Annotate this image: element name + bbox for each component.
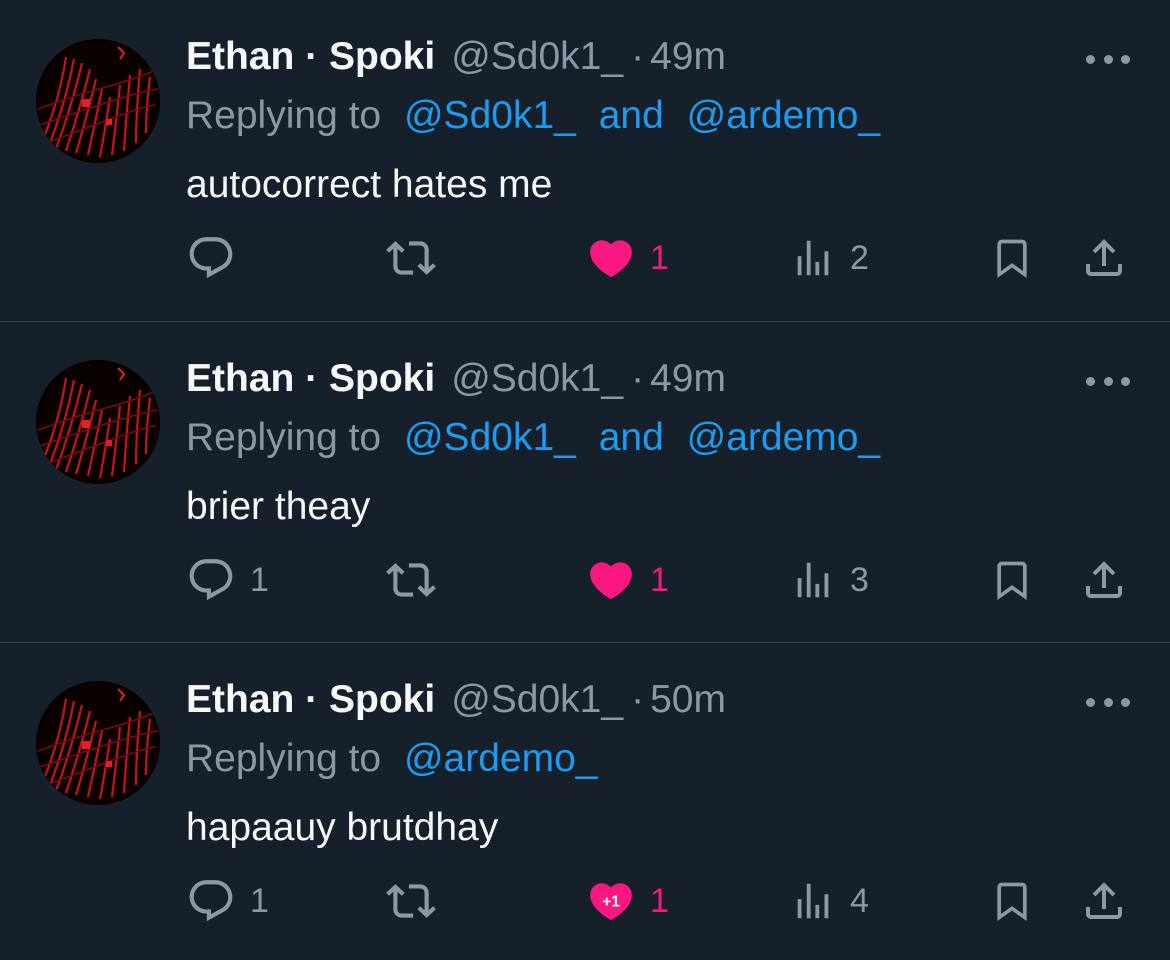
tweet-header: Ethan · Spoki @Sd0k1_ · 50m: [186, 673, 726, 727]
reply-count: 1: [250, 561, 269, 599]
replying-prefix: Replying to: [186, 737, 382, 780]
view-count: 2: [850, 239, 869, 277]
reply-icon: [189, 880, 233, 922]
display-name[interactable]: Ethan · Spoki: [186, 352, 435, 406]
replying-prefix: Replying to: [186, 416, 382, 459]
mention-joiner: and: [598, 416, 664, 459]
like-count: 1: [650, 882, 669, 920]
views-icon: [797, 562, 829, 598]
separator-dot: ·: [631, 357, 645, 400]
mention-joiner: and: [598, 94, 664, 137]
tweet[interactable]: Ethan · Spoki @Sd0k1_ · 49m Replying to …: [0, 321, 1170, 642]
avatar[interactable]: [36, 39, 160, 163]
like-count: 1: [650, 239, 669, 277]
action-bar: 1 +1 1 4: [0, 871, 1170, 931]
timestamp[interactable]: 49m: [650, 30, 726, 84]
views-button[interactable]: 4: [790, 871, 869, 931]
reply-button[interactable]: 1: [186, 550, 269, 610]
mention-link[interactable]: @ardemo_: [687, 416, 881, 459]
bookmark-icon: [997, 882, 1027, 922]
heart-icon: [590, 240, 632, 278]
bookmark-icon: [997, 561, 1027, 601]
replying-to: Replying to @Sd0k1_ and @ardemo_: [186, 412, 880, 464]
user-handle[interactable]: @Sd0k1_: [451, 352, 623, 406]
bookmark-icon: [997, 239, 1027, 279]
more-icon[interactable]: [1086, 374, 1130, 388]
like-count: 1: [650, 561, 669, 599]
reply-icon: [189, 237, 233, 279]
share-icon: [1086, 882, 1122, 919]
display-name[interactable]: Ethan · Spoki: [186, 673, 435, 727]
reply-button[interactable]: [186, 228, 250, 288]
tweet-text: hapaauy brutdhay: [186, 806, 499, 849]
reply-count: 1: [250, 882, 269, 920]
user-handle[interactable]: @Sd0k1_: [451, 30, 623, 84]
more-icon[interactable]: [1086, 52, 1130, 66]
like-button[interactable]: +1 1: [586, 871, 669, 931]
like-badge: +1: [602, 893, 620, 910]
share-icon: [1086, 561, 1122, 598]
display-name[interactable]: Ethan · Spoki: [186, 30, 435, 84]
views-button[interactable]: 2: [790, 228, 869, 288]
replying-prefix: Replying to: [186, 94, 382, 137]
like-button[interactable]: 1: [586, 550, 669, 610]
share-button[interactable]: [1080, 228, 1128, 288]
share-button[interactable]: [1080, 550, 1128, 610]
mention-link[interactable]: @Sd0k1_: [404, 416, 576, 459]
tweet-header: Ethan · Spoki @Sd0k1_ · 49m: [186, 30, 726, 84]
reply-icon: [189, 559, 233, 601]
mention-link[interactable]: @Sd0k1_: [404, 94, 576, 137]
like-button[interactable]: 1: [586, 228, 669, 288]
views-icon: [797, 883, 829, 919]
replying-to: Replying to @Sd0k1_ and @ardemo_: [186, 90, 880, 142]
heart-icon: +1: [590, 883, 632, 921]
avatar[interactable]: [36, 681, 160, 805]
reply-button[interactable]: 1: [186, 871, 269, 931]
mention-link[interactable]: @ardemo_: [404, 737, 598, 780]
bookmark-button[interactable]: [990, 871, 1034, 931]
timestamp[interactable]: 50m: [650, 673, 726, 727]
retweet-button[interactable]: [386, 550, 450, 610]
tweet-text: autocorrect hates me: [186, 163, 553, 206]
tweet-feed: Ethan · Spoki @Sd0k1_ · 49m Replying to …: [0, 0, 1170, 960]
separator-dot: ·: [631, 35, 645, 78]
retweet-icon: [386, 884, 436, 918]
user-handle[interactable]: @Sd0k1_: [451, 673, 623, 727]
tweet[interactable]: Ethan · Spoki @Sd0k1_ · 50m Replying to …: [0, 642, 1170, 960]
tweet-text: brier theay: [186, 485, 371, 528]
timestamp[interactable]: 49m: [650, 352, 726, 406]
tweet-header: Ethan · Spoki @Sd0k1_ · 49m: [186, 352, 726, 406]
bookmark-button[interactable]: [990, 550, 1034, 610]
share-icon: [1086, 239, 1122, 276]
heart-icon: [590, 562, 632, 600]
retweet-icon: [386, 241, 436, 275]
views-icon: [797, 240, 829, 276]
retweet-button[interactable]: [386, 871, 450, 931]
action-bar: 1 2: [0, 228, 1170, 288]
avatar[interactable]: [36, 360, 160, 484]
action-bar: 1 1 3: [0, 550, 1170, 610]
more-icon[interactable]: [1086, 695, 1130, 709]
mention-link[interactable]: @ardemo_: [687, 94, 881, 137]
retweet-icon: [386, 563, 436, 597]
tweet[interactable]: Ethan · Spoki @Sd0k1_ · 49m Replying to …: [0, 0, 1170, 321]
views-button[interactable]: 3: [790, 550, 869, 610]
retweet-button[interactable]: [386, 228, 450, 288]
view-count: 3: [850, 561, 869, 599]
replying-to: Replying to @ardemo_: [186, 733, 597, 785]
share-button[interactable]: [1080, 871, 1128, 931]
separator-dot: ·: [631, 678, 645, 721]
bookmark-button[interactable]: [990, 228, 1034, 288]
view-count: 4: [850, 882, 869, 920]
